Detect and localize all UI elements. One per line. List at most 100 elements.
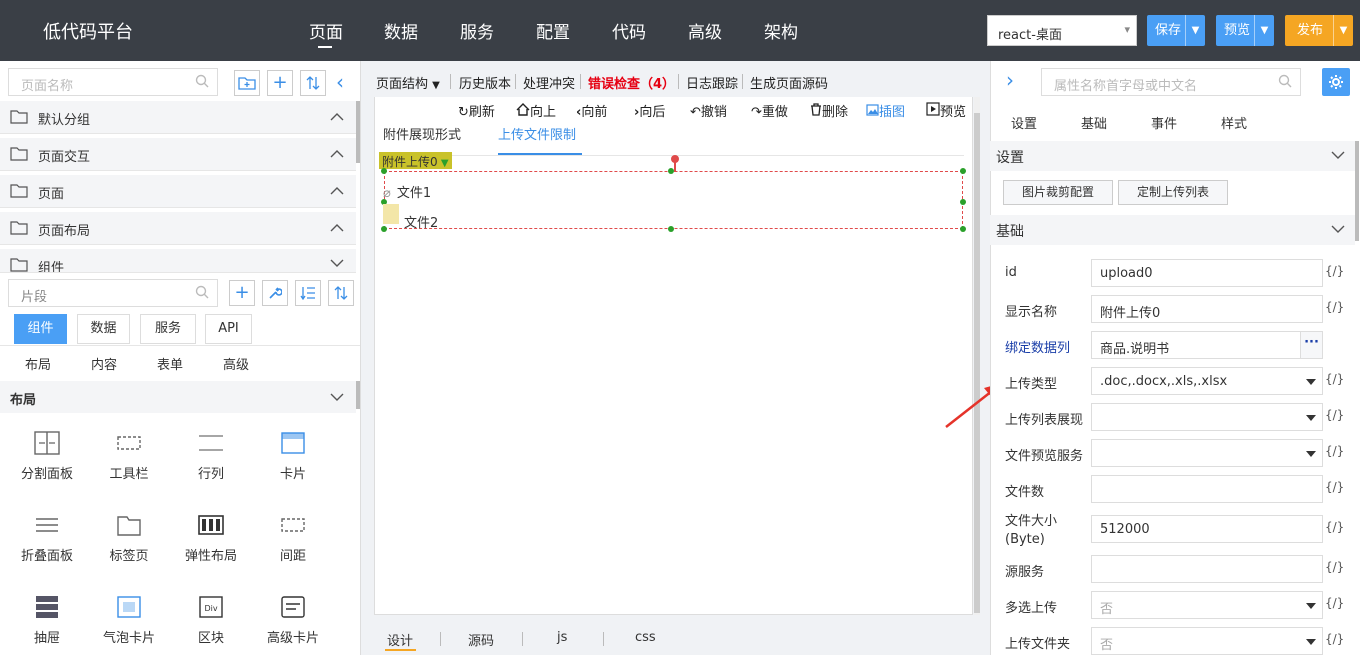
tab-data[interactable]: 数据 xyxy=(77,314,130,344)
group-scrollbar[interactable] xyxy=(356,101,360,163)
delete-button[interactable]: 删除 xyxy=(810,101,848,120)
resize-handle[interactable] xyxy=(381,168,387,174)
prop-file-preview-service-select[interactable] xyxy=(1091,439,1323,467)
publish-button[interactable]: 发布 ▼ xyxy=(1285,15,1353,46)
prop-bind-column-input[interactable]: 商品.说明书 xyxy=(1091,331,1301,359)
file-item-2[interactable]: 文件2 xyxy=(404,212,438,231)
tab-services[interactable]: 服务 xyxy=(140,314,196,344)
nav-data[interactable]: 数据 xyxy=(384,18,418,43)
comp-spacing[interactable]: 间距 xyxy=(252,513,334,564)
comp-row-col[interactable]: 行列 xyxy=(170,431,252,482)
collapse-left-icon[interactable]: ‹ xyxy=(336,70,344,94)
save-button[interactable]: 保存 ▼ xyxy=(1147,15,1205,46)
sort-fragment-button[interactable] xyxy=(328,280,354,306)
comp-toolbar[interactable]: 工具栏 xyxy=(88,431,170,482)
tab-css[interactable]: css xyxy=(635,630,656,645)
add-folder-button[interactable] xyxy=(234,70,260,96)
prop-label-bind-column[interactable]: 绑定数据列 xyxy=(1005,337,1070,356)
prop-expression-button[interactable]: {/} xyxy=(1325,264,1344,278)
forward-button[interactable]: ‹向前 xyxy=(576,101,607,120)
prop-id-input[interactable]: upload0 xyxy=(1091,259,1323,287)
wrench-button[interactable] xyxy=(262,280,288,306)
tab-js[interactable]: js xyxy=(557,630,567,645)
comp-collapse-panel[interactable]: 折叠面板 xyxy=(6,513,88,564)
upload-component-selection[interactable] xyxy=(384,171,963,229)
tab-components[interactable]: 组件 xyxy=(14,314,67,344)
property-search-input[interactable]: 属性名称首字母或中文名 xyxy=(1041,68,1301,96)
component-scrollbar[interactable] xyxy=(356,381,360,409)
more-options-icon[interactable]: ··· xyxy=(1300,331,1323,359)
comp-tabs[interactable]: 标签页 xyxy=(88,513,170,564)
tab-source[interactable]: 源码 xyxy=(468,630,494,649)
prop-expression-button[interactable]: {/} xyxy=(1325,480,1344,494)
comp-drawer[interactable]: 抽屉 xyxy=(6,595,88,646)
prop-display-name-input[interactable]: 附件上传0 xyxy=(1091,295,1323,323)
rtab-style[interactable]: 样式 xyxy=(1221,113,1247,132)
layout-section-header[interactable]: 布局 xyxy=(0,381,356,413)
prop-upload-list-display-select[interactable] xyxy=(1091,403,1323,431)
tab-design[interactable]: 设计 xyxy=(387,630,413,649)
rtab-basic[interactable]: 基础 xyxy=(1081,113,1107,132)
preview-page-button[interactable]: 预览 xyxy=(926,101,966,120)
resize-handle[interactable] xyxy=(668,226,674,232)
prop-expression-button[interactable]: {/} xyxy=(1325,408,1344,422)
comp-block[interactable]: Div 区块 xyxy=(170,595,252,646)
subtab-advanced[interactable]: 高级 xyxy=(223,354,249,373)
settings-button[interactable] xyxy=(1322,68,1350,96)
prop-file-size-input[interactable]: 512000 xyxy=(1091,515,1323,543)
prop-expression-button[interactable]: {/} xyxy=(1325,596,1344,610)
expand-right-icon[interactable]: › xyxy=(1006,68,1014,92)
comp-split-panel[interactable]: 分割面板 xyxy=(6,431,88,482)
file-item-1[interactable]: ⌀ 文件1 xyxy=(383,182,431,201)
redo-button[interactable]: ↷重做 xyxy=(751,101,788,120)
preview-button[interactable]: 预览 ▼ xyxy=(1216,15,1274,46)
drag-handle-icon[interactable] xyxy=(383,204,399,224)
subtab-form[interactable]: 表单 xyxy=(157,354,183,373)
resize-handle[interactable] xyxy=(381,226,387,232)
comp-popover-card[interactable]: 气泡卡片 xyxy=(88,595,170,646)
tab-attachment-display[interactable]: 附件展现形式 xyxy=(383,124,461,143)
comp-card[interactable]: 卡片 xyxy=(252,431,334,482)
resize-handle[interactable] xyxy=(960,226,966,232)
prop-multi-upload-select[interactable]: 否 xyxy=(1091,591,1323,619)
resize-handle[interactable] xyxy=(960,168,966,174)
tab-api[interactable]: API xyxy=(205,314,252,344)
insert-image-button[interactable]: 插图 xyxy=(866,101,905,120)
rtab-settings[interactable]: 设置 xyxy=(1011,113,1037,132)
right-scrollbar[interactable] xyxy=(1355,141,1359,241)
prop-upload-folder-select[interactable]: 否 xyxy=(1091,627,1323,655)
add-fragment-button[interactable]: + xyxy=(229,280,255,306)
image-crop-config-button[interactable]: 图片裁剪配置 xyxy=(1003,180,1113,205)
prop-expression-button[interactable]: {/} xyxy=(1325,372,1344,386)
subtab-content[interactable]: 内容 xyxy=(91,354,117,373)
prop-file-count-input[interactable] xyxy=(1091,475,1323,503)
group-page-layout[interactable]: 页面布局 xyxy=(0,212,356,245)
nav-page[interactable]: 页面 xyxy=(309,18,343,43)
history-button[interactable]: 历史版本 xyxy=(459,73,511,92)
tab-upload-limit[interactable]: 上传文件限制 xyxy=(498,124,576,143)
basic-section-header[interactable]: 基础 xyxy=(990,215,1355,245)
refresh-button[interactable]: ↻刷新 xyxy=(458,101,495,120)
fragment-search-input[interactable]: 片段 xyxy=(8,279,218,307)
error-check-button[interactable]: 错误检查（4） xyxy=(588,73,675,92)
prop-upload-type-select[interactable]: .doc,.docx,.xls,.xlsx xyxy=(1091,367,1323,395)
up-button[interactable]: 向上 xyxy=(516,101,556,120)
rotate-handle[interactable] xyxy=(671,155,679,163)
group-page[interactable]: 页面 xyxy=(0,175,356,208)
prop-expression-button[interactable]: {/} xyxy=(1325,520,1344,534)
log-trace-button[interactable]: 日志跟踪 xyxy=(686,73,738,92)
list-order-button[interactable] xyxy=(295,280,321,306)
subtab-layout[interactable]: 布局 xyxy=(25,354,51,373)
page-structure-button[interactable]: 页面结构 ▼ xyxy=(376,73,440,92)
backward-button[interactable]: ›向后 xyxy=(634,101,665,120)
caret-down-icon[interactable]: ▼ xyxy=(1185,15,1205,46)
group-component[interactable]: 组件 xyxy=(0,249,356,273)
prop-expression-button[interactable]: {/} xyxy=(1325,444,1344,458)
group-interaction[interactable]: 页面交互 xyxy=(0,138,356,171)
prop-source-service-input[interactable] xyxy=(1091,555,1323,583)
resolve-conflict-button[interactable]: 处理冲突 xyxy=(523,73,575,92)
resize-handle[interactable] xyxy=(668,168,674,174)
nav-architecture[interactable]: 架构 xyxy=(764,18,798,43)
canvas-scrollbar[interactable] xyxy=(974,97,980,615)
rtab-events[interactable]: 事件 xyxy=(1151,113,1177,132)
